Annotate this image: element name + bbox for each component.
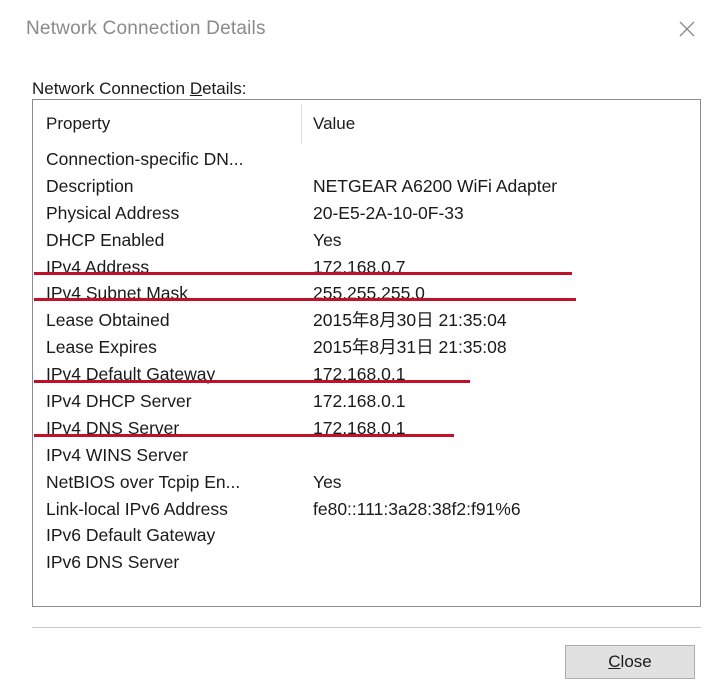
property-cell: IPv4 Subnet Mask — [46, 283, 189, 304]
list-item[interactable]: NetBIOS over Tcpip En... Yes — [33, 469, 700, 496]
footer-divider — [32, 627, 701, 628]
property-cell: NetBIOS over Tcpip En... — [46, 471, 241, 492]
list-item[interactable]: IPv4 DHCP Server 172.168.0.1 — [33, 388, 700, 415]
network-connection-details-dialog: Network Connection Details Network Conne… — [0, 0, 720, 679]
property-cell: IPv4 Address — [46, 256, 150, 277]
details-label-pre: Network Connection — [32, 79, 190, 98]
close-x-glyph — [679, 21, 695, 37]
list-item[interactable]: IPv4 Address 172.168.0.7 — [33, 254, 700, 281]
property-cell: Physical Address — [46, 202, 180, 223]
annotation-underline-default-gateway — [34, 380, 470, 383]
details-list[interactable]: Property Value Connection-specific DN...… — [32, 99, 701, 607]
value-cell: 172.168.0.1 — [313, 417, 406, 438]
close-accesskey: C — [608, 652, 621, 671]
value-cell: Yes — [313, 471, 342, 492]
title-bar[interactable]: Network Connection Details — [0, 0, 720, 64]
value-cell: 172.168.0.1 — [313, 364, 406, 385]
property-cell: IPv4 DHCP Server — [46, 391, 192, 412]
value-cell: 20-E5-2A-10-0F-33 — [313, 202, 464, 223]
details-label-accesskey: D — [189, 79, 203, 98]
annotation-underline-ipv4-address — [34, 272, 572, 275]
property-cell: Description — [46, 175, 134, 196]
value-cell: 172.168.0.1 — [313, 391, 406, 412]
list-item[interactable]: IPv4 Subnet Mask 255.255.255.0 — [33, 280, 700, 307]
column-header-property[interactable]: Property — [33, 100, 301, 148]
close-label-rest: lose — [620, 652, 652, 671]
column-header-value-label: Value — [313, 114, 356, 133]
value-cell: NETGEAR A6200 WiFi Adapter — [313, 175, 558, 196]
list-item[interactable]: Link-local IPv6 Address fe80::111:3a28:38… — [33, 496, 700, 523]
property-cell: IPv4 WINS Server — [46, 444, 188, 465]
property-cell: IPv6 Default Gateway — [46, 525, 216, 546]
property-cell: IPv6 DNS Server — [46, 552, 180, 573]
list-item[interactable]: Connection-specific DN... — [33, 146, 700, 173]
list-item[interactable]: Lease Obtained 2015年8月30日 21:35:04 — [33, 307, 700, 334]
details-label-post: etails: — [202, 79, 247, 98]
list-item[interactable]: Description NETGEAR A6200 WiFi Adapter — [33, 173, 700, 200]
value-cell: fe80::111:3a28:38f2:f91%6 — [313, 498, 521, 519]
property-cell: Lease Expires — [46, 337, 157, 358]
property-cell: IPv4 Default Gateway — [46, 364, 216, 385]
value-cell: 172.168.0.7 — [313, 256, 406, 277]
property-cell: IPv4 DNS Server — [46, 417, 180, 438]
details-group-label: Network Connection Details: — [32, 79, 247, 99]
list-item[interactable]: IPv4 WINS Server — [33, 442, 700, 469]
list-item[interactable]: Physical Address 20-E5-2A-10-0F-33 — [33, 200, 700, 227]
value-cell: Yes — [313, 229, 342, 250]
column-header-property-label: Property — [46, 114, 111, 133]
property-cell: Link-local IPv6 Address — [46, 498, 228, 519]
details-rows: Connection-specific DN... Description NET… — [33, 146, 700, 576]
list-item[interactable]: IPv6 DNS Server — [33, 549, 700, 576]
value-cell: 2015年8月31日 21:35:08 — [313, 337, 507, 358]
list-item[interactable]: Lease Expires 2015年8月31日 21:35:08 — [33, 334, 700, 361]
list-item[interactable]: DHCP Enabled Yes — [33, 227, 700, 254]
close-icon[interactable] — [672, 14, 702, 44]
list-item[interactable]: IPv4 Default Gateway 172.168.0.1 — [33, 361, 700, 388]
annotation-underline-subnet-mask — [34, 298, 576, 301]
property-cell: Lease Obtained — [46, 310, 170, 331]
list-item[interactable]: IPv6 Default Gateway — [33, 522, 700, 549]
property-cell: DHCP Enabled — [46, 229, 165, 250]
annotation-underline-dns-server — [34, 434, 454, 437]
property-cell: Connection-specific DN... — [46, 149, 244, 169]
value-cell: 2015年8月30日 21:35:04 — [313, 310, 507, 331]
value-cell: 255.255.255.0 — [313, 283, 425, 304]
window-title: Network Connection Details — [26, 18, 266, 39]
column-header-value[interactable]: Value — [301, 100, 700, 148]
list-item[interactable]: IPv4 DNS Server 172.168.0.1 — [33, 415, 700, 442]
